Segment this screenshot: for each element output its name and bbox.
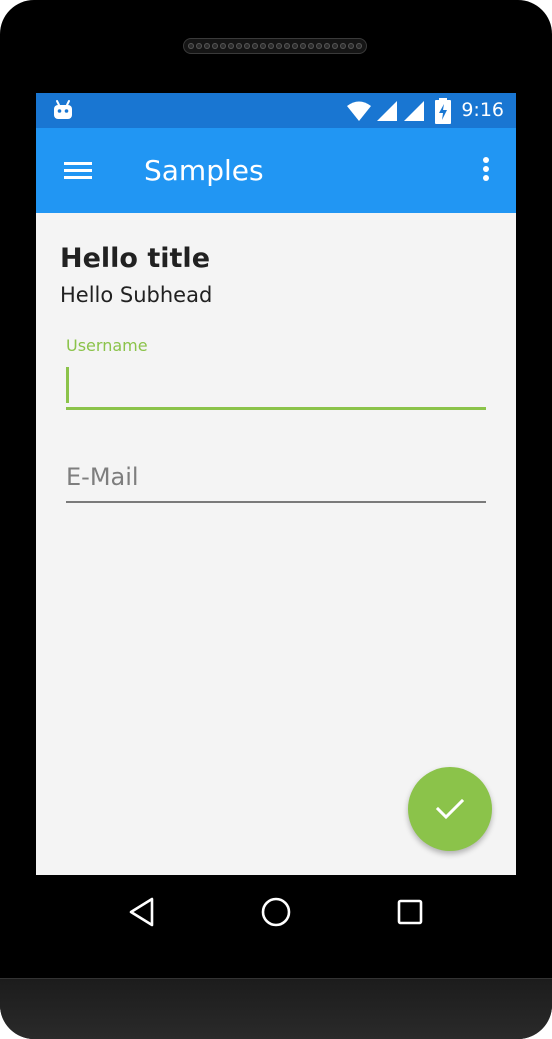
device-bottom-bezel: [0, 978, 552, 1039]
status-bar: 9:16: [36, 93, 516, 128]
back-icon: [129, 897, 154, 927]
signal-icon: [404, 101, 424, 121]
signal-icon: [377, 101, 397, 121]
battery-charging-icon: [435, 98, 451, 124]
status-time: 9:16: [461, 99, 504, 121]
email-input[interactable]: E-Mail: [66, 457, 486, 503]
content-subhead: Hello Subhead: [60, 283, 213, 307]
nav-home-button[interactable]: [259, 895, 293, 929]
earpiece-speaker: [183, 38, 367, 54]
device-frame: 9:16 Samples Hello title Hello Subhead U…: [0, 0, 552, 1039]
menu-button[interactable]: [62, 156, 94, 186]
android-robot-icon: [54, 100, 72, 119]
app-title: Samples: [144, 154, 264, 187]
recents-icon: [397, 899, 423, 925]
hamburger-menu-icon: [64, 162, 92, 179]
wifi-icon: [347, 101, 371, 121]
check-icon: [435, 798, 465, 820]
username-input[interactable]: [66, 361, 486, 410]
screen: 9:16 Samples Hello title Hello Subhead U…: [36, 93, 516, 875]
app-bar: Samples: [36, 128, 516, 213]
confirm-fab-button[interactable]: [408, 767, 492, 851]
content-title: Hello title: [60, 243, 211, 274]
email-placeholder: E-Mail: [66, 463, 139, 491]
nav-recents-button[interactable]: [393, 895, 427, 929]
nav-back-button[interactable]: [126, 895, 160, 929]
more-vert-icon: [483, 157, 489, 181]
username-label: Username: [66, 336, 148, 355]
text-cursor: [66, 367, 69, 403]
overflow-menu-button[interactable]: [478, 154, 494, 186]
home-icon: [261, 897, 291, 927]
